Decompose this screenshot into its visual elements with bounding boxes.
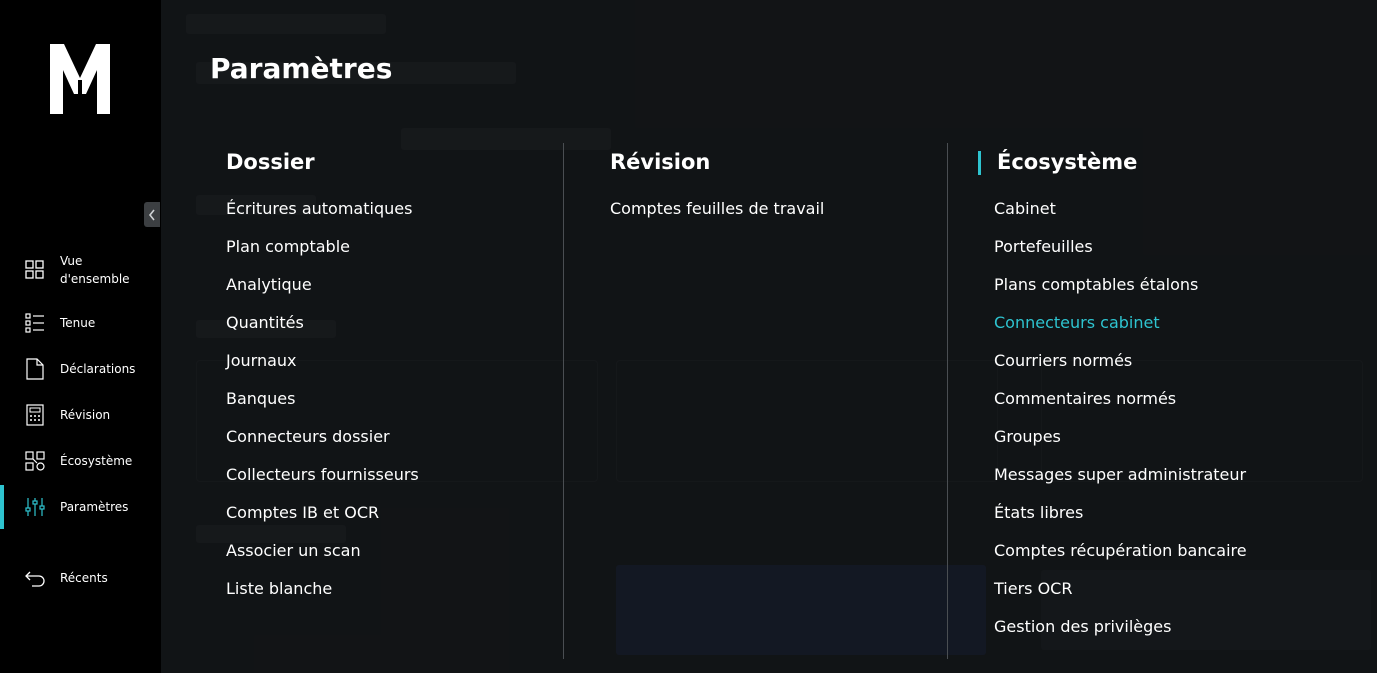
link-ecritures-automatiques[interactable]: Écritures automatiques xyxy=(226,199,412,218)
ecosystem-icon xyxy=(25,451,45,471)
section-heading-revision: Révision xyxy=(610,150,711,174)
nav-label: Révision xyxy=(60,408,111,422)
link-journaux[interactable]: Journaux xyxy=(226,351,297,370)
nav-item-declarations[interactable]: Déclarations xyxy=(0,356,161,382)
grid-icon xyxy=(25,260,44,279)
link-messages-super-admin[interactable]: Messages super administrateur xyxy=(994,465,1246,484)
link-collecteurs-fournisseurs[interactable]: Collecteurs fournisseurs xyxy=(226,465,419,484)
logo xyxy=(50,44,110,114)
link-analytique[interactable]: Analytique xyxy=(226,275,312,294)
nav-item-revision[interactable]: Révision xyxy=(0,402,161,428)
link-plan-comptable[interactable]: Plan comptable xyxy=(226,237,350,256)
link-groupes[interactable]: Groupes xyxy=(994,427,1061,446)
nav-label: Écosystème xyxy=(60,454,133,468)
nav-item-vue-ensemble[interactable]: Vue d'ensemble xyxy=(0,250,161,290)
calculator-icon xyxy=(26,404,44,426)
column-divider xyxy=(947,143,948,659)
nav-label: Récents xyxy=(60,571,108,585)
nav-item-ecosysteme[interactable]: Écosystème xyxy=(0,448,161,474)
link-comptes-recuperation-bancaire[interactable]: Comptes récupération bancaire xyxy=(994,541,1247,560)
link-cabinet[interactable]: Cabinet xyxy=(994,199,1056,218)
link-connecteurs-dossier[interactable]: Connecteurs dossier xyxy=(226,427,390,446)
link-connecteurs-cabinet[interactable]: Connecteurs cabinet xyxy=(994,313,1160,332)
nav-item-tenue[interactable]: Tenue xyxy=(0,310,161,336)
page-title: Paramètres xyxy=(210,52,393,85)
link-comptes-feuilles-travail[interactable]: Comptes feuilles de travail xyxy=(610,199,824,218)
section-heading-dossier: Dossier xyxy=(226,150,315,174)
nav-label: Déclarations xyxy=(60,362,136,376)
link-etats-libres[interactable]: États libres xyxy=(994,503,1083,522)
column-divider xyxy=(563,143,564,659)
back-arrow-icon xyxy=(25,571,45,587)
link-courriers-normes[interactable]: Courriers normés xyxy=(994,351,1132,370)
nav-label: Paramètres xyxy=(60,500,129,514)
document-icon xyxy=(26,358,44,380)
menu-overlay xyxy=(161,0,1377,673)
link-liste-blanche[interactable]: Liste blanche xyxy=(226,579,332,598)
link-comptes-ib-ocr[interactable]: Comptes IB et OCR xyxy=(226,503,379,522)
collapse-sidebar-button[interactable] xyxy=(144,202,160,227)
sidebar: Vue d'ensemble Tenue Déclarations Révisi… xyxy=(0,0,161,673)
link-quantites[interactable]: Quantités xyxy=(226,313,304,332)
chevron-left-icon xyxy=(148,209,155,220)
sliders-icon xyxy=(25,498,45,516)
section-active-marker xyxy=(978,151,981,175)
nav-item-recents[interactable]: Récents xyxy=(0,565,161,591)
link-associer-scan[interactable]: Associer un scan xyxy=(226,541,361,560)
section-heading-ecosysteme: Écosystème xyxy=(997,150,1138,174)
link-portefeuilles[interactable]: Portefeuilles xyxy=(994,237,1093,256)
link-plans-comptables-etalons[interactable]: Plans comptables étalons xyxy=(994,275,1198,294)
link-banques[interactable]: Banques xyxy=(226,389,295,408)
nav-label: Vue d'ensemble xyxy=(60,254,130,286)
link-commentaires-normes[interactable]: Commentaires normés xyxy=(994,389,1176,408)
list-icon xyxy=(25,313,44,333)
nav-label: Tenue xyxy=(60,316,96,330)
link-tiers-ocr[interactable]: Tiers OCR xyxy=(994,579,1072,598)
active-indicator xyxy=(0,485,4,529)
nav-item-parametres[interactable]: Paramètres xyxy=(0,485,161,529)
link-gestion-privileges[interactable]: Gestion des privilèges xyxy=(994,617,1171,636)
